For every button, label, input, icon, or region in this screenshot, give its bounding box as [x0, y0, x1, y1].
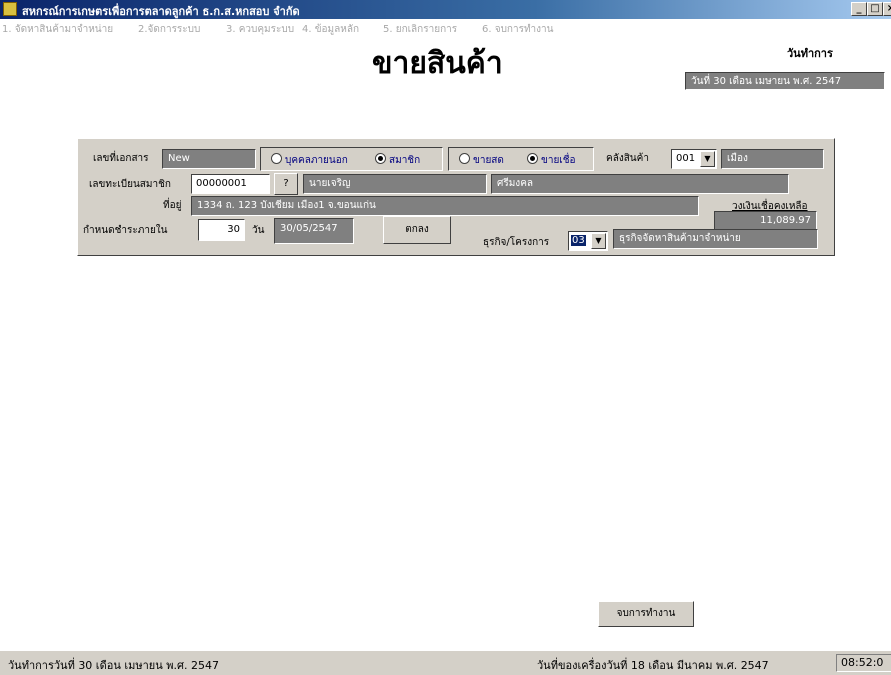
days-unit-label: วัน — [252, 225, 265, 236]
business-name-field: ธุรกิจจัดหาสินค้ามาจำหน่าย — [613, 229, 818, 249]
business-code: 03 — [571, 235, 586, 246]
chevron-down-icon[interactable]: ▼ — [700, 151, 715, 167]
app-icon — [3, 2, 17, 16]
window-title: สหกรณ์การเกษตรเพื่อการตลาดลูกค้า ธ.ก.ส.ห… — [22, 5, 300, 18]
menu-item-procure[interactable]: 1. จัดหาสินค้ามาจำหน่าย — [2, 22, 113, 37]
customer-type-group: บุคคลภายนอก สมาชิก — [260, 147, 443, 171]
radio-cash[interactable]: ขายสด — [459, 153, 504, 168]
menu-item-master-data[interactable]: 4. ข้อมูลหลัก — [302, 22, 359, 37]
finish-button[interactable]: จบการทำงาน — [598, 601, 694, 627]
minimize-button[interactable]: _ — [851, 2, 867, 16]
due-date-field: 30/05/2547 — [274, 218, 354, 244]
menu-item-exit[interactable]: 6. จบการทำงาน — [482, 22, 554, 37]
warehouse-select[interactable]: 001 ▼ — [671, 149, 717, 169]
business-select[interactable]: 03 ▼ — [568, 231, 608, 251]
menu-item-system[interactable]: 2.จัดการระบบ — [138, 22, 200, 37]
business-label: ธุรกิจ/โครงการ — [483, 237, 550, 248]
doc-no-label: เลขที่เอกสาร — [93, 153, 149, 164]
credit-remaining-field: 11,089.97 — [714, 211, 817, 231]
chevron-down-icon[interactable]: ▼ — [591, 233, 606, 249]
radio-dot-cash — [459, 153, 470, 164]
status-bar: วันทำการวันที่ 30 เดือน เมษายน พ.ศ. 2547… — [0, 650, 891, 675]
page-title: ขายสินค้า — [372, 46, 503, 81]
status-clock: 08:52:0 — [836, 654, 891, 672]
radio-dot-credit — [527, 153, 538, 164]
due-label: กำหนดชำระภายใน — [83, 225, 168, 236]
radio-outsider[interactable]: บุคคลภายนอก — [271, 153, 348, 168]
close-button[interactable]: × — [883, 2, 891, 16]
radio-dot-outsider — [271, 153, 282, 164]
member-no-input[interactable]: 00000001 — [191, 174, 270, 194]
warehouse-code: 001 — [676, 153, 696, 164]
doc-no-field: New — [162, 149, 256, 169]
warehouse-label: คลังสินค้า — [606, 153, 649, 164]
due-days-input[interactable]: 30 — [198, 219, 245, 241]
address-field: 1334 ถ. 123 บังเชียม เมือง1 จ.ขอนแก่น — [191, 196, 699, 216]
menu-item-cancel[interactable]: 5. ยกเลิกรายการ — [383, 22, 457, 37]
menu-bar: 1. จัดหาสินค้ามาจำหน่าย 2.จัดการระบบ 3. … — [0, 19, 891, 37]
maximize-button[interactable]: □ — [867, 2, 883, 16]
ok-button[interactable]: ตกลง — [383, 216, 451, 244]
address-label: ที่อยู่ — [163, 200, 182, 211]
sale-type-group: ขายสด ขายเชื่อ — [448, 147, 594, 171]
radio-credit[interactable]: ขายเชื่อ — [527, 153, 576, 168]
menu-item-control[interactable]: 3. ควบคุมระบบ — [226, 22, 294, 37]
radio-member[interactable]: สมาชิก — [375, 153, 420, 168]
status-work-date: วันทำการวันที่ 30 เดือน เมษายน พ.ศ. 2547 — [8, 659, 219, 672]
radio-dot-member — [375, 153, 386, 164]
last-name-field: ศรีมงคล — [491, 174, 789, 194]
work-date-caption: วันทำการ — [787, 47, 833, 60]
work-date-display: วันที่ 30 เดือน เมษายน พ.ศ. 2547 — [685, 72, 885, 90]
first-name-field: นายเจริญ — [303, 174, 487, 194]
member-lookup-button[interactable]: ? — [274, 173, 298, 195]
warehouse-name-field: เมือง — [721, 149, 824, 169]
member-no-label: เลขทะเบียนสมาชิก — [89, 179, 171, 190]
sale-form-panel: เลขที่เอกสาร New บุคคลภายนอก สมาชิก ขายส… — [77, 138, 835, 256]
status-machine-date: วันที่ของเครื่องวันที่ 18 เดือน มีนาคม พ… — [537, 659, 769, 672]
title-bar: สหกรณ์การเกษตรเพื่อการตลาดลูกค้า ธ.ก.ส.ห… — [0, 0, 891, 19]
